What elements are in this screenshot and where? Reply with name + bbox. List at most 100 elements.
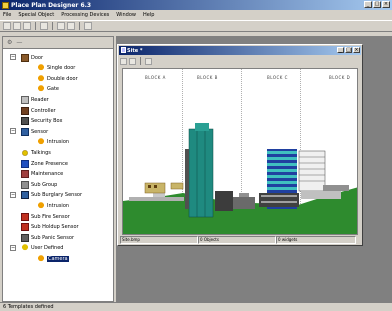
- site-window: Site * _ □ × BLOCK A BLOCK B BLOCK C BLO…: [117, 44, 363, 246]
- menu-help[interactable]: Help: [143, 12, 154, 18]
- dropdown-icon[interactable]: [67, 22, 75, 30]
- menu-window[interactable]: Window: [116, 12, 136, 18]
- menu-processing-devices[interactable]: Processing Devices: [61, 12, 109, 18]
- tree-item[interactable]: Camera: [37, 254, 69, 263]
- controller-icon: [21, 106, 29, 115]
- template-tree: − Door Single door Double door Gate Reader Con…: [3, 49, 113, 263]
- tree-item-label: Security Box: [31, 118, 63, 125]
- door-icon: [21, 53, 29, 62]
- new-file-icon[interactable]: [3, 22, 11, 30]
- open-folder-icon[interactable]: [13, 22, 21, 30]
- bell-icon: [37, 85, 45, 94]
- panic-icon: [21, 233, 29, 242]
- undo-icon[interactable]: [40, 22, 48, 30]
- tree-item[interactable]: Double door: [37, 74, 78, 83]
- tree-item-label: Reader: [31, 96, 49, 103]
- tree-item[interactable]: Zone Presence: [21, 159, 68, 168]
- maximize-button[interactable]: □: [373, 1, 381, 8]
- toolbar-separator: [35, 22, 36, 30]
- site-plan-canvas[interactable]: BLOCK A BLOCK B BLOCK C BLOCK D: [122, 68, 358, 235]
- template-tree-pane: ⚙ — − Door Single door Double door Gate Reade…: [2, 36, 114, 302]
- tree-item[interactable]: Sub Fire Sensor: [21, 212, 70, 221]
- holdup-icon: [21, 223, 29, 232]
- tree-item-label: Sub Burglary Sensor: [31, 192, 83, 199]
- tree-item[interactable]: Security Box: [21, 117, 62, 126]
- main-toolbar: [0, 20, 392, 32]
- tree-item-label: Sub Fire Sensor: [31, 213, 70, 220]
- reader-icon: [21, 95, 29, 104]
- zoom-icon[interactable]: [129, 57, 136, 65]
- menu-file[interactable]: File: [3, 12, 11, 18]
- site-window-titlebar: Site * _ □ ×: [119, 46, 361, 55]
- fire-icon: [21, 212, 29, 221]
- site-file-status: Site.bmp: [120, 236, 198, 244]
- tree-item[interactable]: Talkings: [21, 148, 51, 157]
- toolbar-separator: [52, 22, 53, 30]
- widgets-count: 0 widgets: [276, 236, 356, 244]
- tree-item-label: Intrusion: [47, 139, 70, 146]
- user-defined-icon: [21, 244, 29, 253]
- tree-item[interactable]: − Sensor: [10, 127, 49, 136]
- site-toolbar: [120, 56, 152, 66]
- collapse-toggle[interactable]: −: [10, 244, 16, 251]
- settings-icon[interactable]: ⚙: [7, 39, 12, 46]
- tree-item[interactable]: Single door: [37, 64, 75, 73]
- tree-item[interactable]: − Sub Burglary Sensor: [10, 191, 83, 200]
- bell-icon: [37, 74, 45, 83]
- tree-item[interactable]: Sub Panic Sensor: [21, 233, 74, 242]
- tree-item[interactable]: Reader: [21, 95, 49, 104]
- tree-item[interactable]: Intrusion: [37, 138, 69, 147]
- tree-item-label: Camera: [47, 255, 69, 262]
- paint-icon[interactable]: [120, 57, 127, 65]
- objects-count: 0 Objects: [198, 236, 276, 244]
- close-button[interactable]: ×: [382, 1, 390, 8]
- bell-icon: [37, 201, 45, 210]
- tree-item[interactable]: Gate: [37, 85, 59, 94]
- tree-item-label: Maintenance: [31, 171, 64, 178]
- collapse-toggle[interactable]: −: [10, 54, 16, 60]
- tree-item-label: Intrusion: [47, 202, 70, 209]
- maintenance-icon: [21, 170, 29, 179]
- app-icon: [2, 1, 9, 9]
- sensor-icon: [21, 127, 29, 136]
- tree-item-label: Sensor: [31, 128, 49, 135]
- group-icon: [21, 180, 29, 189]
- pin-icon[interactable]: [57, 22, 65, 30]
- talking-icon: [21, 148, 29, 157]
- site-statusbar: Site.bmp 0 Objects 0 widgets: [120, 236, 360, 244]
- status-text: 6 Templates defined: [3, 304, 54, 310]
- tree-item-label: Zone Presence: [31, 160, 68, 167]
- toolbar-separator: [79, 22, 80, 30]
- tree-item-label: Gate: [47, 86, 59, 93]
- tree-item[interactable]: Sub Holdup Sensor: [21, 223, 79, 232]
- tree-item-label: Single door: [47, 65, 76, 72]
- site-window-title: Site *: [127, 47, 143, 54]
- tree-item-label: Sub Panic Sensor: [31, 234, 74, 241]
- collapse-toggle[interactable]: −: [10, 191, 16, 198]
- tree-item[interactable]: − User Defined: [10, 244, 63, 253]
- minimize-button[interactable]: _: [364, 1, 372, 8]
- document-icon: [121, 47, 126, 53]
- tree-item[interactable]: − Door: [10, 53, 43, 62]
- tree-item[interactable]: Maintenance: [21, 170, 63, 179]
- app-title: Place Plan Designer 6.3: [11, 1, 92, 9]
- tree-item-label: Talkings: [31, 149, 51, 156]
- window-icon[interactable]: [84, 22, 92, 30]
- tree-item[interactable]: Controller: [21, 106, 56, 115]
- tree-item-label: Controller: [31, 107, 56, 114]
- tree-item[interactable]: Sub Group: [21, 180, 57, 189]
- tree-item[interactable]: Intrusion: [37, 201, 69, 210]
- child-maximize-button[interactable]: □: [345, 47, 352, 53]
- fit-icon[interactable]: [145, 57, 152, 65]
- remove-icon[interactable]: —: [16, 39, 22, 46]
- save-icon[interactable]: [23, 22, 31, 30]
- app-titlebar: Place Plan Designer 6.3 _ □ ×: [0, 0, 392, 10]
- collapse-toggle[interactable]: −: [10, 128, 16, 135]
- tree-item-label: Double door: [47, 75, 78, 82]
- tree-item-label: Sub Group: [31, 181, 58, 188]
- child-minimize-button[interactable]: _: [337, 47, 344, 53]
- menu-special-object[interactable]: Special Object: [18, 12, 54, 18]
- menubar: File Special Object Processing Devices W…: [0, 10, 392, 19]
- security-box-icon: [21, 117, 29, 126]
- child-close-button[interactable]: ×: [353, 47, 360, 53]
